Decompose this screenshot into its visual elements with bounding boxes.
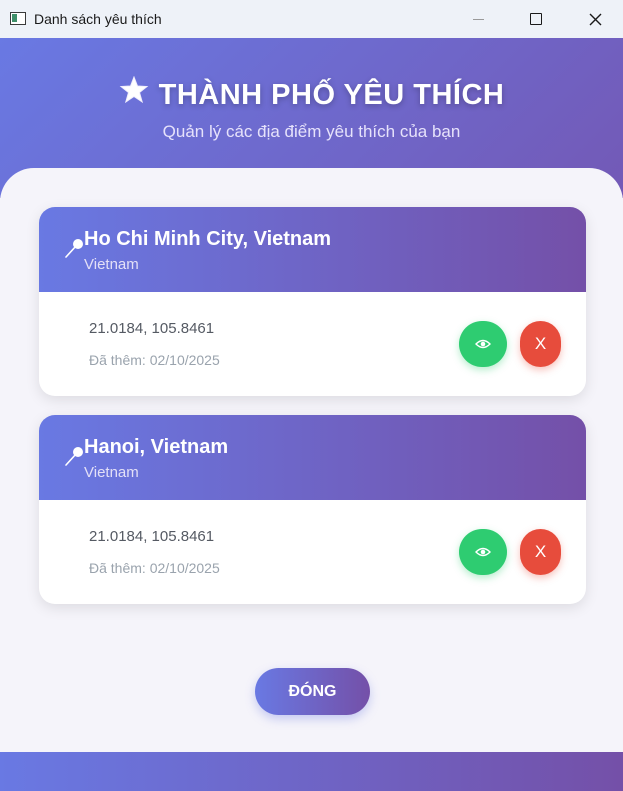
favorite-card-header: Ho Chi Minh City, Vietnam Vietnam xyxy=(39,207,586,292)
close-button[interactable]: ĐÓNG xyxy=(255,668,370,715)
favorite-added-date: Đã thêm: 02/10/2025 xyxy=(89,560,220,576)
minimize-button[interactable] xyxy=(450,0,506,38)
favorite-added-date: Đã thêm: 02/10/2025 xyxy=(89,352,220,368)
favorite-coordinates: 21.0184, 105.8461 xyxy=(89,320,215,337)
favorite-coordinates: 21.0184, 105.8461 xyxy=(89,528,215,545)
app-icon xyxy=(10,12,26,25)
maximize-button[interactable] xyxy=(508,0,564,38)
favorite-card: Ho Chi Minh City, Vietnam Vietnam 21.018… xyxy=(39,207,586,396)
view-button[interactable] xyxy=(459,529,507,575)
window-titlebar: Danh sách yêu thích xyxy=(0,0,623,39)
eye-icon xyxy=(475,339,491,349)
favorite-country: Vietnam xyxy=(84,464,139,481)
favorite-country: Vietnam xyxy=(84,256,139,273)
page-subtitle: Quản lý các địa điểm yêu thích của bạn xyxy=(162,122,461,141)
page-title: THÀNH PHỐ YÊU THÍCH xyxy=(0,75,623,112)
star-icon xyxy=(119,75,149,112)
delete-button[interactable]: X xyxy=(520,529,561,575)
pin-icon xyxy=(65,447,83,466)
close-window-button[interactable] xyxy=(567,0,623,38)
view-button[interactable] xyxy=(459,321,507,367)
favorite-city-name: Hanoi, Vietnam xyxy=(84,436,229,458)
favorite-city-name: Ho Chi Minh City, Vietnam xyxy=(84,228,332,250)
window-title: Danh sách yêu thích xyxy=(34,11,162,27)
favorite-card: Hanoi, Vietnam Vietnam 21.0184, 105.8461… xyxy=(39,415,586,604)
pin-icon xyxy=(65,239,83,258)
page-title-text: THÀNH PHỐ YÊU THÍCH xyxy=(158,79,505,111)
delete-button[interactable]: X xyxy=(520,321,561,367)
favorite-card-header: Hanoi, Vietnam Vietnam xyxy=(39,415,586,500)
eye-icon xyxy=(475,547,491,557)
close-icon xyxy=(589,13,601,25)
footer-bar xyxy=(0,752,623,791)
